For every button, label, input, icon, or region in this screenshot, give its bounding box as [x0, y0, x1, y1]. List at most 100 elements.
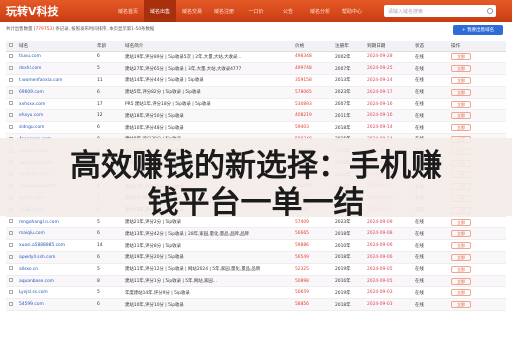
row-checkbox-cell[interactable] — [6, 263, 16, 276]
row-checkbox[interactable] — [9, 101, 13, 106]
row-checkbox-cell[interactable] — [6, 74, 16, 87]
site-logo[interactable]: 玩转V科技 — [0, 3, 112, 19]
row-checkbox[interactable] — [9, 254, 13, 259]
row-checkbox-cell[interactable] — [6, 86, 16, 99]
nav-item-register[interactable]: 域名注册 — [208, 0, 240, 22]
search-input[interactable]: 请输入域名搜索 — [384, 5, 496, 17]
publish-domain-button[interactable]: + 我要出售域名 — [453, 25, 503, 35]
buy-button[interactable]: 立即 — [451, 65, 471, 73]
domain-name[interactable]: ehxyu.com — [16, 109, 94, 123]
domain-price: 59886 — [292, 239, 332, 253]
domain-price: 56665 — [292, 227, 332, 241]
action-cell: 立即 — [448, 263, 506, 276]
row-checkbox[interactable] — [9, 89, 13, 94]
domain-name[interactable]: xuasi.a5888885.com — [16, 239, 94, 253]
row-checkbox[interactable] — [9, 301, 13, 306]
nav-item-sale[interactable]: 域名出售 — [144, 0, 176, 22]
row-checkbox-cell[interactable] — [6, 298, 16, 312]
domain-name[interactable]: 69609.com — [16, 86, 94, 99]
expire-date: 2024-09-16 — [364, 98, 412, 111]
domain-name[interactable]: apwdyll.ssh.com — [16, 251, 94, 264]
col-domain[interactable]: 域名 — [16, 41, 94, 52]
table-row: 69609.com 6 建站5年,评分82分 | 5ip收录 | 5ip收录 5780… — [6, 86, 506, 99]
domain-name[interactable]: maiqlu.com — [16, 227, 94, 241]
expire-date: 2024-09-03 — [364, 286, 412, 300]
domain-age: 8 — [94, 275, 122, 288]
domain-age: 6 — [94, 251, 122, 264]
nav-item-analysis[interactable]: 域名分析 — [304, 0, 336, 22]
table-row: xuasi.a5888885.com 14 建站11年,评分8分 | 5ip收录 59… — [6, 239, 506, 253]
buy-button[interactable]: 立即 — [451, 230, 471, 238]
nav-item-notice[interactable]: 公告 — [272, 0, 304, 22]
nav-item-home[interactable]: 域名首页 — [112, 0, 144, 22]
select-all-checkbox[interactable] — [9, 43, 13, 47]
buy-button[interactable]: 立即 — [451, 76, 471, 84]
nav-item-fixed-price[interactable]: 一口价 — [240, 0, 272, 22]
domain-name[interactable]: dsxhl.com — [16, 62, 94, 76]
buy-button[interactable]: 立即 — [451, 112, 471, 120]
row-checkbox-cell[interactable] — [6, 286, 16, 300]
nav-item-trade[interactable]: 域名交易 — [176, 0, 208, 22]
domain-status: 在线 — [412, 251, 448, 264]
domain-age: 5 — [94, 62, 122, 76]
row-checkbox-cell[interactable] — [6, 109, 16, 123]
buy-button[interactable]: 立即 — [451, 265, 471, 273]
nav-item-help[interactable]: 帮助中心 — [336, 0, 368, 22]
buy-button[interactable]: 立即 — [451, 100, 471, 108]
row-checkbox-cell[interactable] — [6, 98, 16, 111]
domain-name[interactable]: aquanbase.com — [16, 275, 94, 288]
promo-banner: 高效赚钱的新选择：手机赚 钱平台一单一结 — [0, 138, 512, 221]
row-checkbox[interactable] — [9, 290, 13, 295]
row-checkbox[interactable] — [9, 113, 13, 118]
domain-name[interactable]: xxhsxx.com — [16, 98, 94, 111]
buy-button[interactable]: 立即 — [451, 277, 471, 285]
row-checkbox[interactable] — [9, 77, 13, 82]
buy-button[interactable]: 立即 — [451, 88, 471, 96]
action-cell: 立即 — [448, 239, 506, 253]
domain-price: 58856 — [292, 298, 332, 312]
col-age[interactable]: 年龄 — [94, 41, 122, 52]
action-cell: 立即 — [448, 227, 506, 241]
row-checkbox[interactable] — [9, 242, 13, 247]
domain-name[interactable]: 54599.com — [16, 298, 94, 312]
expire-date: 2024-09-14 — [364, 121, 412, 135]
action-cell: 立即 — [448, 98, 506, 111]
row-checkbox-cell[interactable] — [6, 239, 16, 253]
domain-name[interactable]: sidngu.com — [16, 121, 94, 135]
domain-status: 在线 — [412, 275, 448, 288]
select-all-header[interactable] — [6, 41, 16, 52]
col-price[interactable]: 价格 — [292, 41, 332, 52]
row-checkbox-cell[interactable] — [6, 275, 16, 288]
domain-name[interactable]: t.womenfanxia.com — [16, 74, 94, 87]
register-year: 2018年 — [332, 251, 364, 264]
row-checkbox-cell[interactable] — [6, 62, 16, 76]
col-reg-year[interactable]: 注册年 — [332, 41, 364, 52]
row-checkbox[interactable] — [9, 278, 13, 283]
domain-name[interactable]: allsxo.cn — [16, 263, 94, 276]
col-desc: 域名简介 — [122, 41, 292, 52]
domain-description: 建站5年,评分82分 | 5ip收录 | 5ip收录 — [122, 86, 292, 99]
buy-button[interactable]: 立即 — [451, 124, 471, 132]
col-expire[interactable]: 到期日期 — [364, 41, 412, 52]
row-checkbox-cell[interactable] — [6, 51, 16, 64]
row-checkbox-cell[interactable] — [6, 227, 16, 241]
domain-description: 建站11年,评分8分 | 5ip收录 — [122, 239, 292, 253]
row-checkbox[interactable] — [9, 266, 13, 271]
row-checkbox[interactable] — [9, 231, 13, 236]
search-icon[interactable] — [487, 8, 493, 14]
buy-button[interactable]: 立即 — [451, 289, 471, 297]
row-checkbox-cell[interactable] — [6, 121, 16, 135]
buy-button[interactable]: 立即 — [451, 53, 471, 61]
domain-name[interactable]: Lyxjsl.ss.com — [16, 286, 94, 300]
domain-description: 建站10年,评分10分 | 5ip收录 — [122, 298, 292, 312]
row-checkbox[interactable] — [9, 124, 13, 129]
action-cell: 立即 — [448, 275, 506, 288]
buy-button[interactable]: 立即 — [451, 242, 471, 250]
row-checkbox-cell[interactable] — [6, 251, 16, 264]
domain-name[interactable]: tiuvu.com — [16, 51, 94, 64]
buy-button[interactable]: 立即 — [451, 301, 471, 309]
buy-button[interactable]: 立即 — [451, 253, 471, 261]
row-checkbox[interactable] — [9, 65, 13, 70]
row-checkbox[interactable] — [9, 54, 13, 59]
table-row: 54599.com 6 建站10年,评分10分 | 5ip收录 58856 2018年 2… — [6, 298, 506, 312]
